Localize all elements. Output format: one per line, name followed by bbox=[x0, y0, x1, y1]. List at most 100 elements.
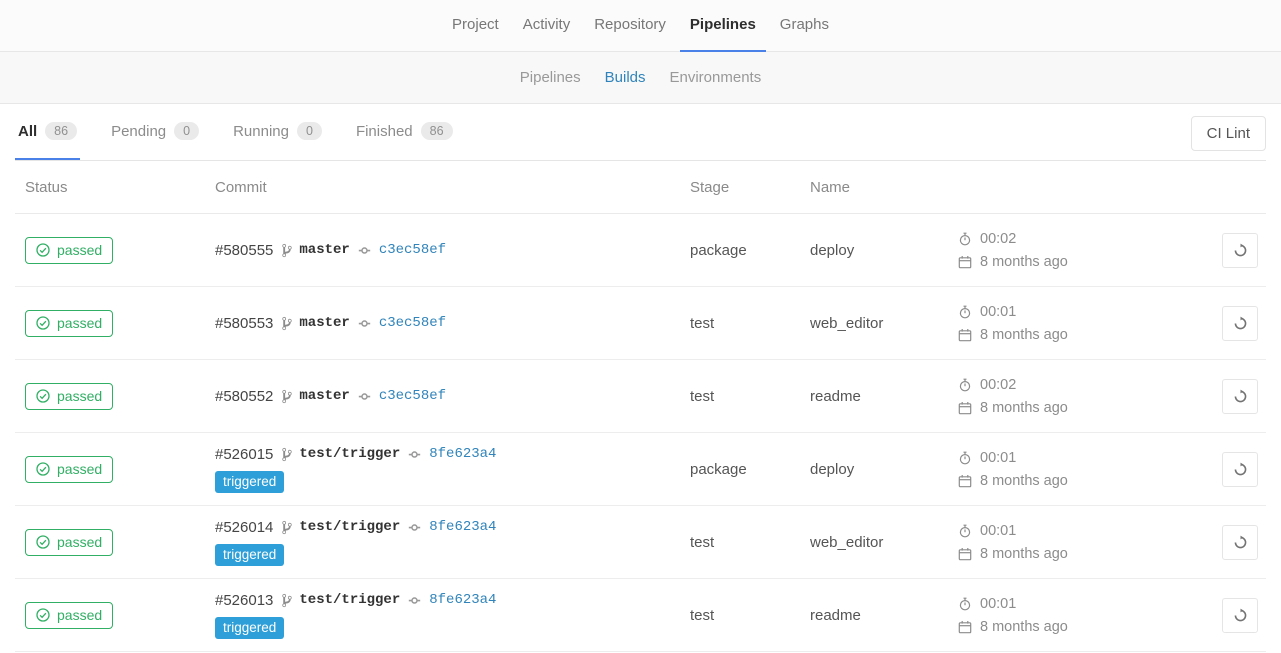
commit-icon bbox=[407, 594, 422, 607]
build-row: passed #580552 master c3ec58ef test read… bbox=[15, 360, 1266, 433]
branch-icon bbox=[282, 243, 292, 258]
build-id-link[interactable]: #526014 bbox=[215, 519, 273, 536]
timing-cell: 00:01 8 months ago bbox=[958, 304, 1222, 343]
subnav-item-builds[interactable]: Builds bbox=[605, 69, 646, 86]
tab-all[interactable]: All 86 bbox=[15, 104, 80, 160]
build-row: passed #580553 master c3ec58ef test web_… bbox=[15, 287, 1266, 360]
duration-label: 00:02 bbox=[980, 377, 1016, 393]
status-badge[interactable]: passed bbox=[25, 310, 113, 337]
commit-cell: #526015 test/trigger 8fe623a4 triggered bbox=[215, 446, 690, 493]
check-circle-icon bbox=[36, 608, 50, 622]
topnav-item-repository[interactable]: Repository bbox=[584, 0, 676, 52]
timing-cell: 00:02 8 months ago bbox=[958, 231, 1222, 270]
check-circle-icon bbox=[36, 462, 50, 476]
time-ago-label: 8 months ago bbox=[980, 546, 1068, 562]
build-id-link[interactable]: #580553 bbox=[215, 315, 273, 332]
calendar-icon bbox=[958, 401, 972, 415]
branch-link[interactable]: master bbox=[299, 388, 349, 404]
commit-sha-link[interactable]: c3ec58ef bbox=[379, 388, 446, 404]
status-cell: passed bbox=[15, 237, 215, 264]
topnav-item-activity[interactable]: Activity bbox=[513, 0, 581, 52]
time-ago-label: 8 months ago bbox=[980, 473, 1068, 489]
status-badge[interactable]: passed bbox=[25, 456, 113, 483]
ci-lint-button[interactable]: CI Lint bbox=[1191, 116, 1266, 151]
branch-link[interactable]: test/trigger bbox=[299, 592, 400, 608]
build-row: passed #580555 master c3ec58ef package d… bbox=[15, 214, 1266, 287]
stage-cell: package bbox=[690, 242, 810, 259]
trigger-badge-line: triggered bbox=[215, 471, 690, 493]
build-name-cell: web_editor bbox=[810, 315, 958, 332]
builds-content: All 86 Pending 0 Running 0 Finished 86 C… bbox=[0, 104, 1281, 652]
subnav-item-pipelines[interactable]: Pipelines bbox=[520, 69, 581, 86]
tab-label: Pending bbox=[111, 123, 166, 140]
branch-link[interactable]: master bbox=[299, 315, 349, 331]
tab-label: Running bbox=[233, 123, 289, 140]
commit-sha-link[interactable]: 8fe623a4 bbox=[429, 592, 496, 608]
subnav-item-environments[interactable]: Environments bbox=[670, 69, 762, 86]
nav-item-label: Repository bbox=[594, 16, 666, 33]
retry-build-button[interactable] bbox=[1222, 233, 1258, 268]
branch-icon bbox=[282, 447, 292, 462]
check-circle-icon bbox=[36, 316, 50, 330]
stage-cell: test bbox=[690, 388, 810, 405]
build-id-link[interactable]: #580552 bbox=[215, 388, 273, 405]
status-badge[interactable]: passed bbox=[25, 237, 113, 264]
status-label: passed bbox=[57, 461, 102, 477]
retry-build-button[interactable] bbox=[1222, 379, 1258, 414]
stopwatch-icon bbox=[958, 378, 972, 392]
branch-link[interactable]: test/trigger bbox=[299, 519, 400, 535]
commit-sha-link[interactable]: c3ec58ef bbox=[379, 315, 446, 331]
status-cell: passed bbox=[15, 383, 215, 410]
calendar-icon bbox=[958, 474, 972, 488]
commit-sha-link[interactable]: 8fe623a4 bbox=[429, 446, 496, 462]
retry-build-button[interactable] bbox=[1222, 306, 1258, 341]
retry-build-button[interactable] bbox=[1222, 525, 1258, 560]
duration-label: 00:01 bbox=[980, 450, 1016, 466]
build-row: passed #526014 test/trigger 8fe623a4 tri… bbox=[15, 506, 1266, 579]
status-badge[interactable]: passed bbox=[25, 383, 113, 410]
tab-pending[interactable]: Pending 0 bbox=[108, 104, 202, 160]
nav-item-label: Activity bbox=[523, 16, 571, 33]
time-ago-label: 8 months ago bbox=[980, 400, 1068, 416]
build-id-link[interactable]: #526015 bbox=[215, 446, 273, 463]
stopwatch-icon bbox=[958, 232, 972, 246]
table-header: Status Commit Stage Name bbox=[15, 161, 1266, 214]
commit-icon bbox=[407, 521, 422, 534]
calendar-icon bbox=[958, 620, 972, 634]
topnav-item-project[interactable]: Project bbox=[442, 0, 509, 52]
branch-icon bbox=[282, 520, 292, 535]
retry-icon bbox=[1233, 316, 1248, 331]
nav-item-label: Pipelines bbox=[690, 16, 756, 33]
check-circle-icon bbox=[36, 243, 50, 257]
tab-finished[interactable]: Finished 86 bbox=[353, 104, 456, 160]
status-badge[interactable]: passed bbox=[25, 602, 113, 629]
commit-sha-link[interactable]: c3ec58ef bbox=[379, 242, 446, 258]
duration-label: 00:02 bbox=[980, 231, 1016, 247]
status-cell: passed bbox=[15, 456, 215, 483]
topnav-item-pipelines[interactable]: Pipelines bbox=[680, 0, 766, 52]
tab-count-badge: 0 bbox=[297, 122, 322, 140]
stopwatch-icon bbox=[958, 597, 972, 611]
tab-label: All bbox=[18, 123, 37, 140]
tab-running[interactable]: Running 0 bbox=[230, 104, 325, 160]
status-cell: passed bbox=[15, 529, 215, 556]
build-id-link[interactable]: #580555 bbox=[215, 242, 273, 259]
commit-sha-link[interactable]: 8fe623a4 bbox=[429, 519, 496, 535]
branch-link[interactable]: master bbox=[299, 242, 349, 258]
commit-icon bbox=[357, 317, 372, 330]
commit-cell: #580552 master c3ec58ef bbox=[215, 388, 690, 405]
status-label: passed bbox=[57, 388, 102, 404]
topnav-item-graphs[interactable]: Graphs bbox=[770, 0, 839, 52]
build-name-cell: readme bbox=[810, 607, 958, 624]
retry-build-button[interactable] bbox=[1222, 452, 1258, 487]
pipelines-subnav: Pipelines Builds Environments bbox=[0, 52, 1281, 104]
check-circle-icon bbox=[36, 389, 50, 403]
retry-build-button[interactable] bbox=[1222, 598, 1258, 633]
retry-icon bbox=[1233, 608, 1248, 623]
build-id-link[interactable]: #526013 bbox=[215, 592, 273, 609]
stage-cell: test bbox=[690, 534, 810, 551]
status-badge[interactable]: passed bbox=[25, 529, 113, 556]
branch-link[interactable]: test/trigger bbox=[299, 446, 400, 462]
triggered-badge: triggered bbox=[215, 471, 284, 493]
tab-label: Finished bbox=[356, 123, 413, 140]
